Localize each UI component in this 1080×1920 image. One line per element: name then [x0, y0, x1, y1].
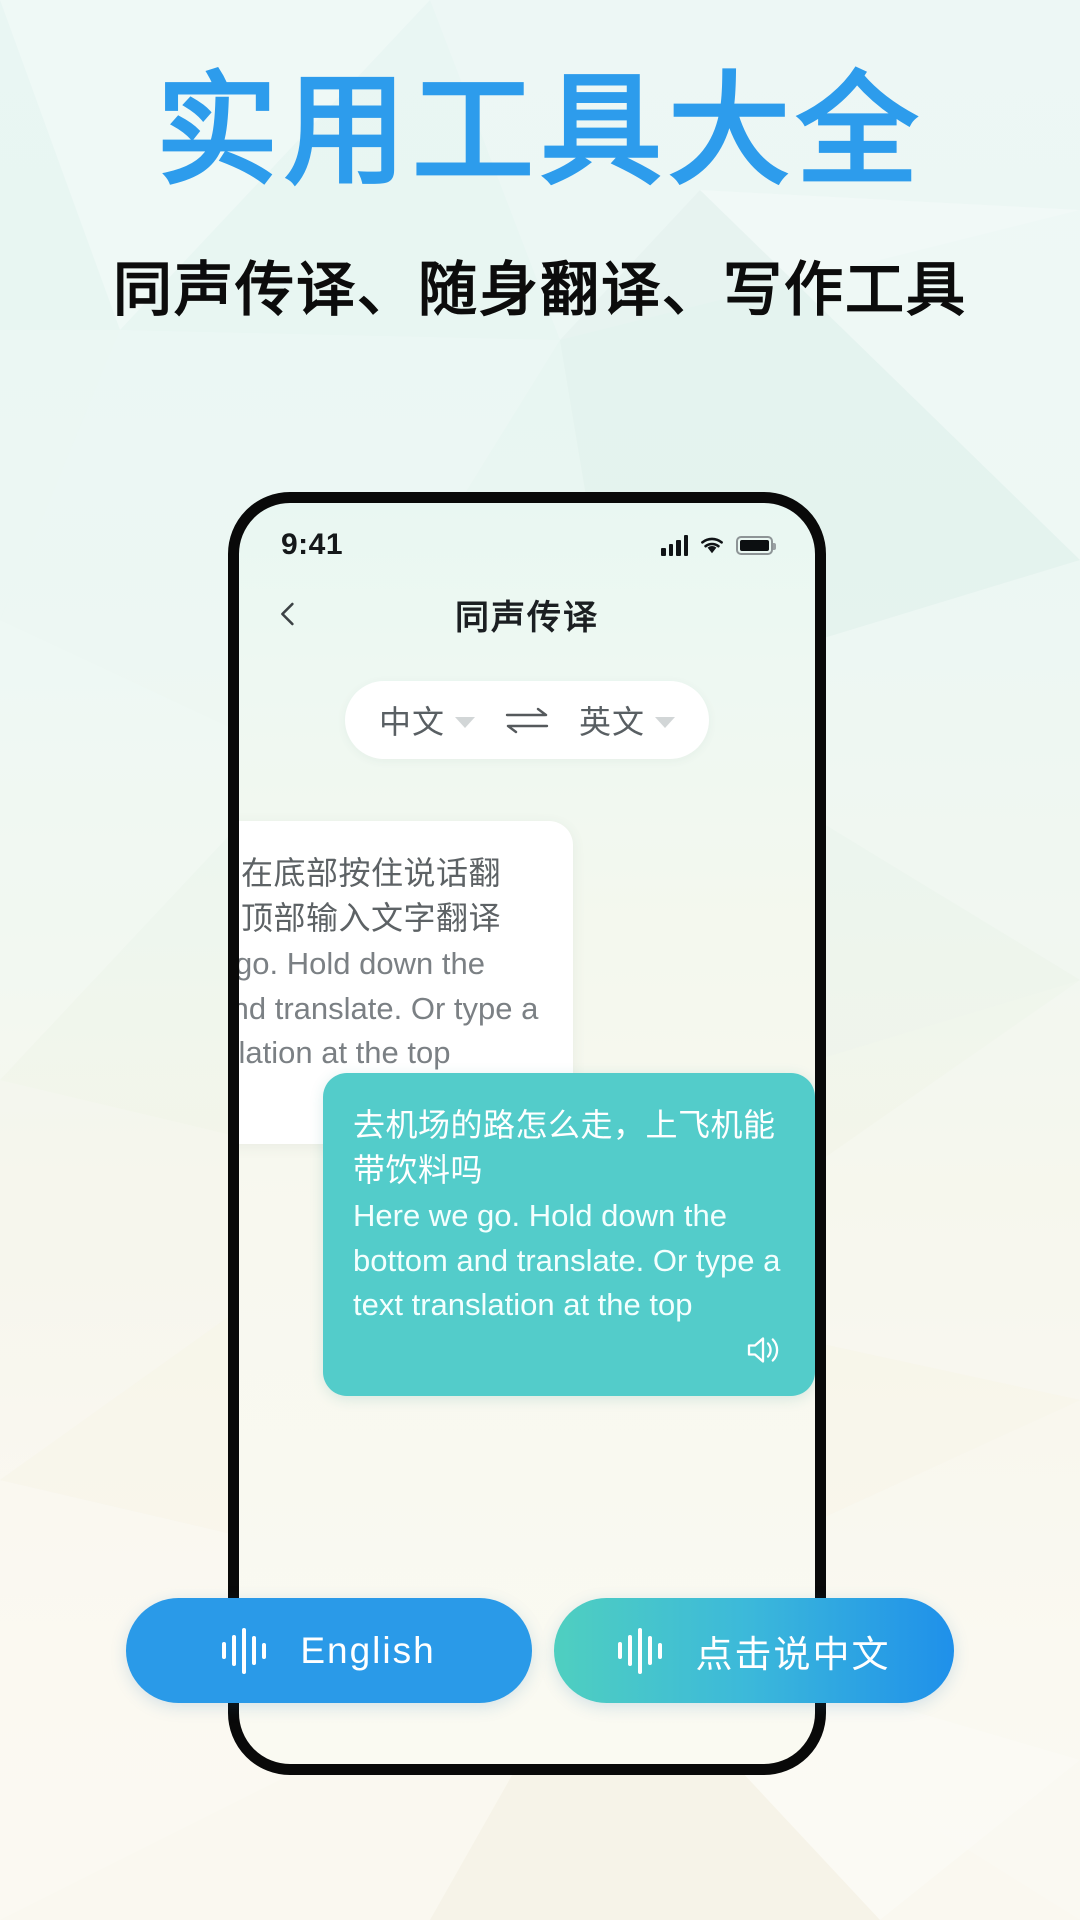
speak-chinese-button[interactable]: 点击说中文	[554, 1598, 954, 1703]
speak-english-button[interactable]: English	[126, 1598, 532, 1703]
nav-bar: 同声传译	[239, 575, 815, 653]
status-bar-clock: 9:41	[281, 528, 344, 561]
message-text-zh: 开始吧，在底部按住说话翻译。或在顶部输入文字翻译	[239, 855, 502, 937]
battery-icon	[736, 535, 776, 555]
nav-title: 同声传译	[455, 598, 599, 637]
chevron-down-icon	[455, 717, 476, 728]
target-language-label: 英文	[578, 704, 645, 740]
chevron-left-icon	[281, 602, 294, 626]
speak-english-label: English	[300, 1629, 436, 1671]
signal-bars-icon	[661, 534, 688, 556]
page-subtitle: 同声传译、随身翻译、写作工具	[112, 257, 967, 323]
message-text-zh: 去机场的路怎么走，上飞机能带饮料吗	[353, 1107, 776, 1189]
waveform-icon	[617, 1627, 662, 1674]
message-bubble-outgoing: 去机场的路怎么走，上飞机能带饮料吗 Here we go. Hold down …	[323, 1073, 815, 1396]
speak-chinese-label: 点击说中文	[695, 1633, 891, 1675]
status-bar-icons	[661, 534, 776, 556]
message-text-en: Here we go. Hold down the bottom and tra…	[231, 945, 539, 1071]
talk-button-row: English 点击说中文	[0, 1598, 1080, 1703]
waveform-icon	[222, 1627, 267, 1674]
play-audio-button[interactable]	[353, 1330, 785, 1370]
language-selector-bar: 中文 英文	[345, 681, 709, 759]
swap-languages-button[interactable]	[502, 703, 552, 737]
page-title: 实用工具大全	[156, 63, 924, 199]
source-language-label: 中文	[379, 704, 446, 740]
status-bar: 9:41	[239, 523, 815, 567]
target-language-selector[interactable]: 英文	[579, 697, 675, 743]
message-text-en: Here we go. Hold down the bottom and tra…	[353, 1197, 781, 1323]
wifi-icon	[699, 535, 725, 555]
swap-arrows-icon	[505, 707, 549, 734]
source-language-selector[interactable]: 中文	[379, 697, 476, 743]
speaker-icon	[747, 1337, 779, 1363]
phone-mockup: 9:41 同声传译 中文 英文 在底部按住说话翻 顶部输入文字翻译 go. Ho…	[228, 492, 826, 1775]
chevron-down-icon	[655, 717, 675, 728]
back-button[interactable]	[265, 591, 311, 637]
